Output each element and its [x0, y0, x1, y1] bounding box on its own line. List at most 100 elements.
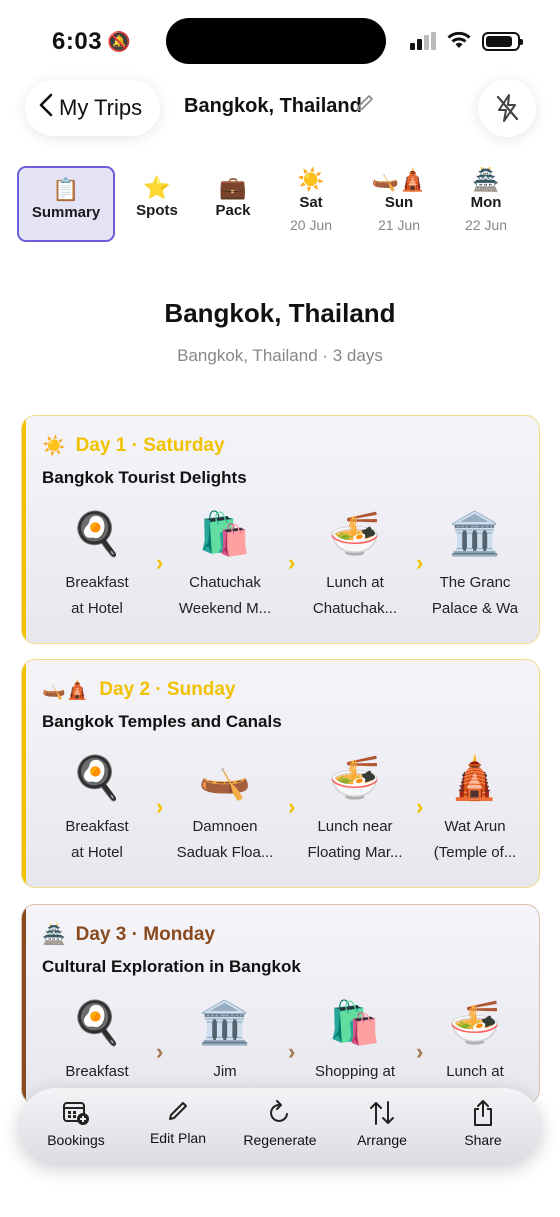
arrange-button[interactable]: Arrange: [332, 1098, 432, 1148]
cellular-signal-icon: [410, 32, 438, 50]
stop-item[interactable]: 🛕 Wat Arun (Temple of...: [420, 750, 530, 866]
refresh-icon: [230, 1098, 330, 1128]
castle-icon: 🏯: [42, 925, 66, 946]
noodle-bowl-icon: 🍜: [328, 754, 382, 801]
toolbar-label: Edit Plan: [149, 1130, 207, 1146]
toolbar-label: Share: [464, 1132, 502, 1148]
stop-name: Lunch at: [446, 1063, 504, 1080]
status-time: 6:03: [52, 28, 103, 55]
battery-icon: [482, 32, 523, 51]
toolbar-label: Bookings: [47, 1132, 105, 1148]
stop-name: Damnoen Saduak Floa...: [176, 818, 274, 861]
shopping-bags-icon: 🛍️: [198, 510, 252, 557]
chevron-left-icon: [39, 93, 53, 124]
stop-item[interactable]: 🍳 Breakfast at Hotel: [32, 750, 162, 866]
stop-name: Chatuchak Weekend M...: [178, 574, 272, 617]
stop-list: 🍳 Breakfast at Hotel › 🛍️ Chatuchak Week…: [22, 506, 539, 636]
tab-date: 21 Jun: [377, 217, 421, 233]
share-icon: [433, 1098, 533, 1128]
tab-bar: 📋 Summary ⭐ Spots 💼 Pack ☀️ Sat 20 Jun 🛶…: [0, 166, 560, 246]
day-card-3[interactable]: 🏯 Day 3 · Monday Cultural Exploration in…: [21, 904, 540, 1104]
stop-item[interactable]: 🛍️ Chatuchak Weekend M...: [160, 506, 290, 622]
day-card-2[interactable]: 🛶 🛕 Day 2 · Sunday Bangkok Temples and Ca…: [21, 659, 540, 888]
frying-pan-icon: 🍳: [70, 754, 124, 801]
day-theme: Bangkok Tourist Delights: [42, 468, 247, 487]
briefcase-icon: 💼: [219, 175, 247, 200]
summary-title: Bangkok, Thailand: [164, 298, 396, 328]
bookings-button[interactable]: Bookings: [26, 1098, 126, 1148]
canoe-icon: 🛶: [198, 754, 252, 801]
frying-pan-icon: 🍳: [70, 999, 124, 1046]
tab-label: Mon: [470, 194, 502, 211]
shopping-bags-icon: 🛍️: [328, 999, 382, 1046]
stop-item[interactable]: 🍜 Lunch at: [420, 995, 530, 1085]
toolbar-label: Arrange: [357, 1132, 407, 1148]
stop-item[interactable]: 🍳 Breakfast: [32, 995, 162, 1085]
stop-item[interactable]: 🛍️ Shopping at: [290, 995, 420, 1085]
frying-pan-icon: 🍳: [70, 510, 124, 557]
sun-icon: ☀️: [297, 167, 325, 192]
stop-name: Lunch at Chatuchak...: [312, 574, 398, 617]
day-label: Day 1 · Saturday: [75, 435, 225, 456]
tab-day-mon[interactable]: 🏯 Mon 22 Jun: [446, 166, 526, 242]
stop-name: Breakfast: [65, 1063, 129, 1080]
stop-name: Shopping at: [314, 1063, 396, 1080]
stop-list: 🍳 Breakfast at Hotel › 🛶 Damnoen Saduak …: [22, 750, 539, 880]
castle-icon: 🏯: [472, 167, 500, 192]
sun-icon: ☀️: [42, 436, 66, 457]
day-card-1[interactable]: ☀️ Day 1 · Saturday Bangkok Tourist Deli…: [21, 415, 540, 644]
tab-spots[interactable]: ⭐ Spots: [117, 166, 197, 242]
stop-name: Lunch near Floating Mar...: [307, 818, 403, 861]
day-theme: Cultural Exploration in Bangkok: [42, 957, 301, 976]
tab-label: Sat: [299, 194, 323, 211]
tab-label: Spots: [136, 202, 178, 219]
canoe-temple-icon: 🛶🛕: [371, 167, 427, 192]
tab-label: Sun: [384, 194, 414, 211]
stop-name: Breakfast at Hotel: [65, 574, 129, 617]
clipboard-icon: 📋: [52, 177, 80, 202]
silent-bell-icon: 🔕: [107, 32, 131, 53]
stop-item[interactable]: 🏛️ Jim: [160, 995, 290, 1085]
noodle-bowl-icon: 🍜: [328, 510, 382, 557]
trip-title[interactable]: Bangkok, Thailand: [184, 95, 362, 118]
back-button[interactable]: My Trips: [25, 80, 160, 136]
classical-building-icon: 🏛️: [448, 510, 502, 557]
stop-name: Jim: [213, 1063, 237, 1080]
day-label: Day 2 · Sunday: [99, 679, 236, 700]
edit-plan-button[interactable]: Edit Plan: [128, 1096, 228, 1146]
flash-off-button[interactable]: [478, 79, 536, 137]
toolbar-label: Regenerate: [243, 1132, 317, 1148]
stop-item[interactable]: 🍜 Lunch near Floating Mar...: [290, 750, 420, 866]
classical-building-icon: 🏛️: [198, 999, 252, 1046]
tab-date: 20 Jun: [289, 217, 333, 233]
bottom-toolbar: Bookings Edit Plan Regenerate Arrange Sh…: [18, 1088, 542, 1166]
day-label: Day 3 · Monday: [75, 924, 216, 945]
day-theme: Bangkok Temples and Canals: [42, 712, 282, 731]
status-bar: 6:03 🔕: [0, 0, 560, 80]
star-icon: ⭐: [143, 175, 171, 200]
tab-label: Pack: [215, 202, 251, 219]
stop-item[interactable]: 🍜 Lunch at Chatuchak...: [290, 506, 420, 622]
summary-subtitle: Bangkok, Thailand · 3 days: [177, 346, 383, 365]
stop-name: Wat Arun (Temple of...: [433, 818, 517, 861]
regenerate-button[interactable]: Regenerate: [230, 1098, 330, 1148]
stop-item[interactable]: 🛶 Damnoen Saduak Floa...: [160, 750, 290, 866]
stop-item[interactable]: 🍳 Breakfast at Hotel: [32, 506, 162, 622]
tab-day-sat[interactable]: ☀️ Sat 20 Jun: [271, 166, 351, 242]
tab-summary[interactable]: 📋 Summary: [17, 166, 115, 242]
edit-title-pencil-icon[interactable]: [356, 94, 374, 118]
share-button[interactable]: Share: [433, 1098, 533, 1148]
tab-day-sun[interactable]: 🛶🛕 Sun 21 Jun: [356, 166, 442, 242]
dynamic-island: [166, 18, 386, 64]
wifi-icon: [446, 30, 472, 50]
calendar-plus-icon: [26, 1098, 126, 1128]
stop-name: The Granc Palace & Wa: [431, 574, 519, 617]
pencil-icon: [128, 1096, 228, 1126]
stop-name: Breakfast at Hotel: [65, 818, 129, 861]
temple-icon: 🛕: [448, 754, 502, 801]
tab-label: Summary: [31, 204, 101, 221]
tab-pack[interactable]: 💼 Pack: [196, 166, 270, 242]
back-button-label: My Trips: [59, 95, 143, 120]
tab-date: 22 Jun: [464, 217, 508, 233]
stop-item[interactable]: 🏛️ The Granc Palace & Wa: [420, 506, 530, 622]
